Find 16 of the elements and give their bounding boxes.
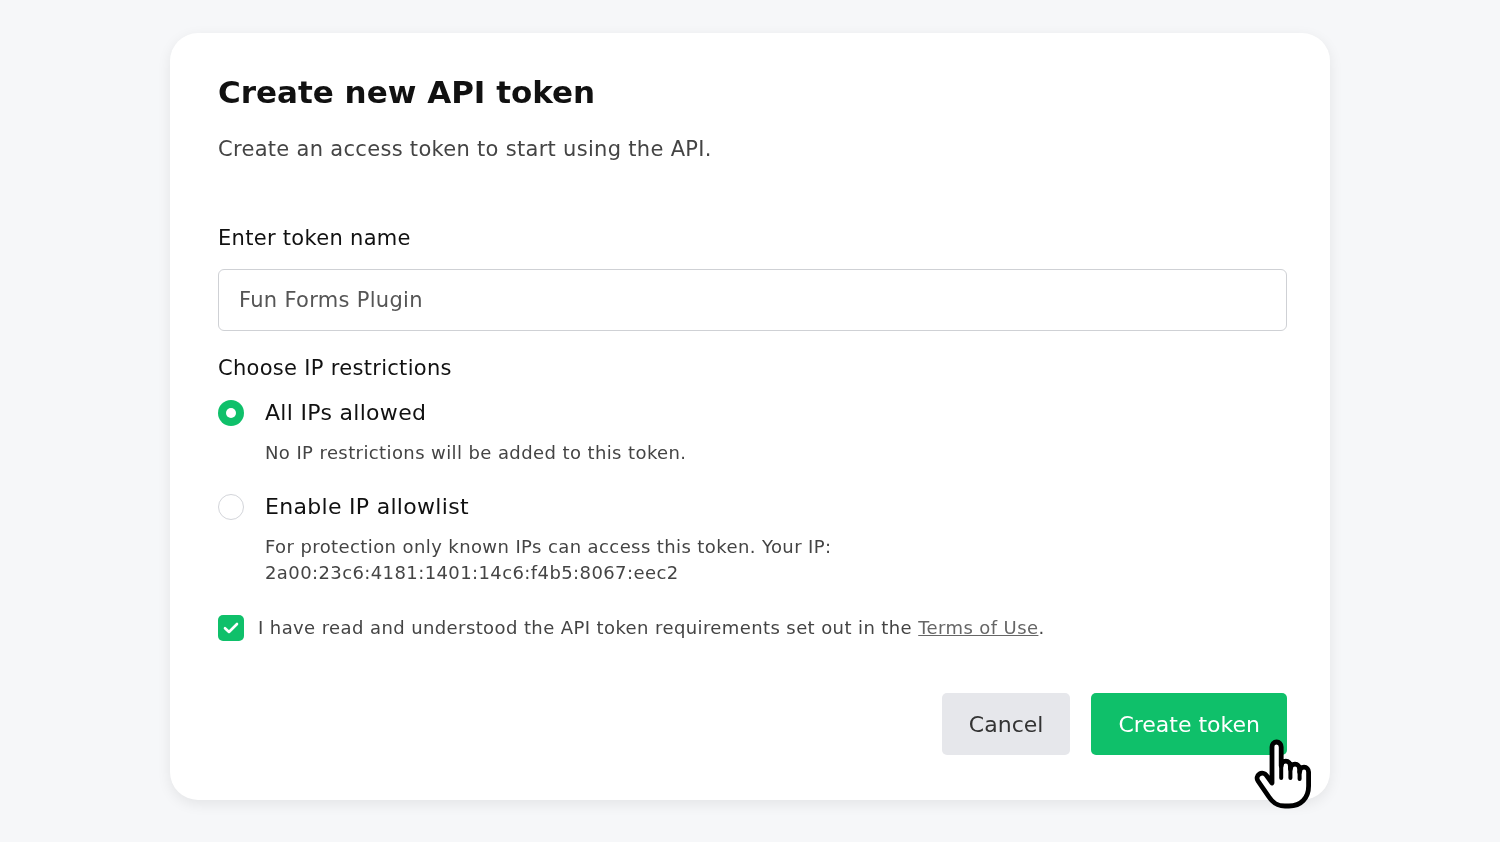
option-description: No IP restrictions will be added to this token. <box>265 441 688 465</box>
radio-button[interactable] <box>218 400 244 426</box>
agreement-text: I have read and understood the API token requirements set out in the Terms of Use. <box>258 616 1045 640</box>
option-description: For protection only known IPs can access this token. Your IP: 2a00:23c6:4181:1401:14c6:f4b5:8067:eec2 <box>265 535 833 585</box>
field-label: Enter token name <box>218 225 412 252</box>
cancel-button[interactable]: Cancel <box>941 693 1071 755</box>
option-label: All IPs allowed <box>265 399 428 427</box>
option-label: Enable IP allowlist <box>265 493 470 521</box>
check-icon <box>223 622 239 634</box>
radio-button[interactable] <box>218 494 244 520</box>
token-name-input[interactable]: Fun Forms Plugin <box>218 269 1287 331</box>
terms-link[interactable]: Terms of Use <box>918 617 1039 638</box>
section-label: Choose IP restrictions <box>218 355 453 382</box>
checkbox[interactable] <box>218 615 244 641</box>
dialog-subtitle: Create an access token to start using the API. <box>218 136 713 163</box>
dialog-title: Create new API token <box>218 73 597 111</box>
